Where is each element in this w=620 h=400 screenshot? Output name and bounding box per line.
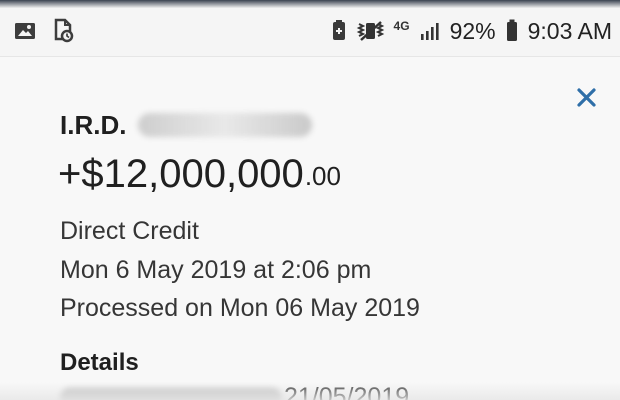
close-icon — [576, 87, 596, 107]
vibrate-icon — [356, 21, 384, 41]
processed-date: Processed on Mon 06 May 2019 — [60, 294, 420, 322]
battery-percentage: 92% — [449, 17, 496, 44]
partial-detail-row: 21/05/2019 — [60, 383, 420, 400]
partial-detail-date: 21/05/2019 — [284, 383, 410, 400]
redacted-account-number — [138, 113, 313, 137]
top-bezel — [0, 0, 620, 8]
transaction-detail-panel: I.R.D. +$12,000,000 .00 Direct Credit Mo… — [0, 57, 620, 400]
status-time: 9:03 AM — [527, 17, 612, 44]
battery-saver-icon — [332, 20, 345, 40]
network-4g-label: 4G — [393, 19, 410, 33]
transaction-date-time: Mon 6 May 2019 at 2:06 pm — [60, 256, 372, 284]
transaction-type: Direct Credit — [60, 217, 199, 245]
transaction-amount: +$12,000,000 .00 — [58, 149, 341, 199]
cloud-sync-icon — [54, 18, 74, 43]
payee-row: I.R.D. — [60, 109, 313, 141]
image-notification-icon — [15, 23, 35, 39]
status-right-icons: 4G 92% 9:03 AM — [330, 16, 612, 46]
mobile-screen: 4G 92% 9:03 AM I.R.D. +$12,000,000 .00 D… — [0, 0, 620, 400]
close-button[interactable] — [570, 81, 602, 113]
amount-cents: .00 — [304, 161, 341, 191]
payee-name: I.R.D. — [60, 109, 127, 140]
amount-main: +$12,000,000 — [58, 152, 304, 196]
details-heading: Details — [60, 349, 139, 376]
status-bar: 4G 92% 9:03 AM — [0, 8, 620, 56]
battery-icon — [506, 19, 517, 41]
redacted-reference — [60, 388, 282, 400]
status-left-icons — [13, 18, 75, 44]
signal-icon — [420, 23, 439, 40]
